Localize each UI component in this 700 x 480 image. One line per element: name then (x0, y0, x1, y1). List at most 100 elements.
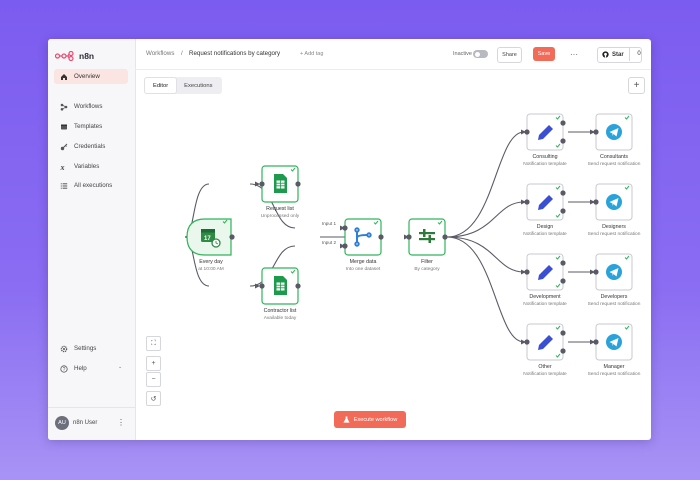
node-designers[interactable] (593, 183, 633, 221)
node-consulting[interactable] (524, 113, 566, 151)
sidebar-item-label: Credentials (74, 143, 106, 150)
inactive-label: Inactive (453, 51, 472, 57)
node-developers[interactable] (593, 253, 633, 291)
sidebar-item-all-executions[interactable]: All executions (54, 178, 128, 193)
sidebar-item-help[interactable]: ? Help ⌄ (54, 361, 128, 376)
sidebar-item-variables[interactable]: x Variables (54, 159, 128, 174)
sidebar-item-settings[interactable]: Settings (54, 341, 128, 356)
output-handle[interactable] (442, 234, 448, 240)
workflows-icon (59, 102, 68, 111)
node-subtitle: Send request notification (587, 162, 641, 167)
connection-filter-development (446, 236, 525, 273)
input-handle[interactable] (342, 243, 348, 249)
node-filter[interactable] (406, 218, 448, 256)
github-icon (602, 50, 609, 60)
connection-filter-other (446, 236, 525, 343)
node-subtitle: Send request notification (587, 302, 641, 307)
node-development[interactable] (524, 253, 566, 291)
n8n-logo-icon (55, 51, 74, 61)
node-title: Manager (603, 364, 625, 370)
svg-text:x: x (60, 163, 65, 171)
node-title: Development (529, 294, 561, 300)
node-subtitle: Notification template (523, 302, 567, 307)
output-handle[interactable] (560, 120, 566, 126)
user-menu-button[interactable]: ⋮ (117, 418, 125, 427)
node-consultants[interactable] (593, 113, 633, 151)
node-label-design: Design Notification template (523, 224, 566, 237)
node-subtitle: Send request notification (587, 372, 641, 377)
output-handle[interactable] (560, 348, 566, 354)
input-handle[interactable] (524, 269, 530, 275)
node-subtitle: Notification template (523, 162, 567, 167)
input-handle[interactable] (593, 339, 599, 345)
sidebar-item-overview[interactable]: Overview (54, 69, 128, 84)
node-merge-data[interactable] (342, 218, 384, 256)
node-title: Consulting (532, 154, 558, 160)
input-handle[interactable] (593, 129, 599, 135)
input-handle[interactable] (593, 199, 599, 205)
sidebar-item-templates[interactable]: Templates (54, 119, 128, 134)
node-request-list[interactable] (259, 165, 301, 203)
workflow-title[interactable]: Request notifications by category (189, 50, 280, 57)
input-handle[interactable] (593, 269, 599, 275)
output-handle[interactable] (560, 208, 566, 214)
more-button[interactable]: ··· (567, 47, 581, 61)
output-handle[interactable] (295, 283, 301, 289)
node-subtitle: Unprocessed only (260, 214, 300, 219)
output-handle[interactable] (560, 278, 566, 284)
merge-input-1-label: Input 1 (321, 221, 337, 226)
active-toggle[interactable] (473, 50, 488, 58)
connection-filter-design (446, 201, 525, 238)
reset-zoom-button[interactable]: ↺ (146, 391, 161, 406)
templates-icon (59, 122, 68, 131)
node-subtitle: at 10:00 AM (198, 267, 224, 272)
input-handle[interactable] (524, 339, 530, 345)
node-subtitle: Into one dataset (345, 267, 381, 272)
node-design[interactable] (524, 183, 566, 221)
node-every-day[interactable]: 17 (186, 218, 235, 256)
input-handle[interactable] (524, 199, 530, 205)
input-handle[interactable] (259, 181, 265, 187)
node-other[interactable] (524, 323, 566, 361)
execute-workflow-button[interactable]: Execute workflow (334, 411, 406, 428)
output-handle[interactable] (560, 190, 566, 196)
sidebar-item-credentials[interactable]: Credentials (54, 139, 128, 154)
connection-filter-consulting (446, 131, 525, 238)
list-icon (59, 181, 68, 190)
output-handle[interactable] (560, 138, 566, 144)
node-title: Merge data (349, 259, 377, 265)
input-handle[interactable] (406, 234, 412, 240)
workflow-canvas[interactable]: 17 Input 1 Input 2 Every day at 10:00 AM… (135, 69, 651, 440)
save-button[interactable]: Save (533, 47, 555, 61)
zoom-in-button[interactable]: + (146, 356, 161, 371)
google-sheets-icon (274, 276, 287, 295)
node-manager[interactable] (593, 323, 633, 361)
output-handle[interactable] (560, 260, 566, 266)
sidebar-item-label: Overview (74, 73, 100, 80)
sidebar-item-label: Templates (74, 123, 103, 130)
input-handle[interactable] (342, 225, 348, 231)
zoom-out-button[interactable]: − (146, 372, 161, 387)
node-label-manager: Manager Send request notification (588, 364, 641, 377)
node-label-other: Other Notification template (523, 364, 566, 377)
star-label: Star (612, 52, 624, 58)
output-handle[interactable] (378, 234, 384, 240)
node-title: Other (538, 364, 552, 370)
zoom-to-fit-button[interactable]: ⛶ (146, 336, 161, 351)
node-contractor-list[interactable] (259, 267, 301, 305)
avatar[interactable]: AU (55, 416, 69, 430)
node-label-developers: Developers Send request notification (588, 294, 641, 307)
logo[interactable]: n8n (55, 49, 94, 63)
input-handle[interactable] (524, 129, 530, 135)
share-button[interactable]: Share (497, 47, 522, 63)
output-handle[interactable] (560, 330, 566, 336)
node-label-every-day: Every day at 10:00 AM (198, 259, 224, 272)
breadcrumb-workflows[interactable]: Workflows (146, 50, 174, 57)
add-tag-link[interactable]: + Add tag (300, 51, 323, 57)
output-handle[interactable] (295, 181, 301, 187)
node-label-development: Development Notification template (523, 294, 566, 307)
sidebar-item-workflows[interactable]: Workflows (54, 99, 128, 114)
input-handle[interactable] (259, 283, 265, 289)
output-handle[interactable] (229, 234, 235, 240)
node-label-designers: Designers Send request notification (588, 224, 641, 237)
